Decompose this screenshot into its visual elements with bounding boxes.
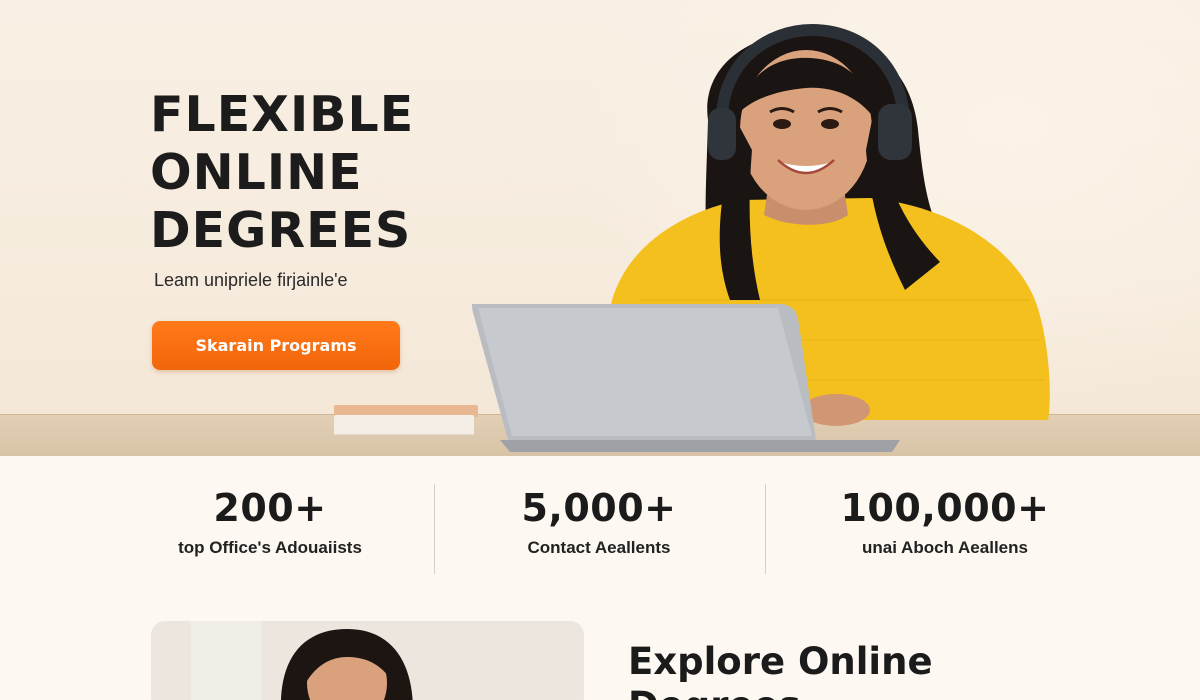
stat-item: 100,000+ unai Aboch Aeallens: [780, 486, 1110, 558]
book-stack: [334, 405, 478, 436]
headphone-cup-right: [878, 104, 912, 160]
hero-subtitle: Leam unipriele firjainle'e: [154, 270, 348, 290]
stat-label: unai Aboch Aeallens: [862, 538, 1028, 557]
stat-item: 5,000+ Contact Aeallents: [434, 486, 764, 558]
stat-value: 200+: [213, 486, 327, 530]
stat-value: 100,000+: [840, 486, 1050, 530]
hero-title-line: FLEXIBLE: [150, 86, 415, 143]
explore-image-card[interactable]: [151, 621, 584, 700]
stats-bar: 200+ top Office's Adouaiists 5,000+ Cont…: [0, 456, 1200, 596]
explore-student-photo: [151, 621, 584, 700]
explore-section-title: Explore Online Degrees: [628, 640, 933, 700]
stat-label: top Office's Adouaiists: [178, 538, 362, 557]
stat-value: 5,000+: [521, 486, 677, 530]
headphone-cup-left: [708, 108, 736, 160]
stat-divider: [765, 484, 766, 574]
hero-title-line: DEGREES: [150, 202, 412, 259]
stat-label: Contact Aeallents: [527, 538, 671, 557]
stat-item: 200+ top Office's Adouaiists: [105, 486, 435, 558]
hero-title-line: ONLINE: [150, 144, 363, 201]
search-programs-button[interactable]: Skarain Programs: [152, 321, 400, 370]
hero-title: FLEXIBLE ONLINE DEGREES: [150, 86, 510, 260]
hero-section: FLEXIBLE ONLINE DEGREES Leam unipriele f…: [0, 0, 1200, 456]
